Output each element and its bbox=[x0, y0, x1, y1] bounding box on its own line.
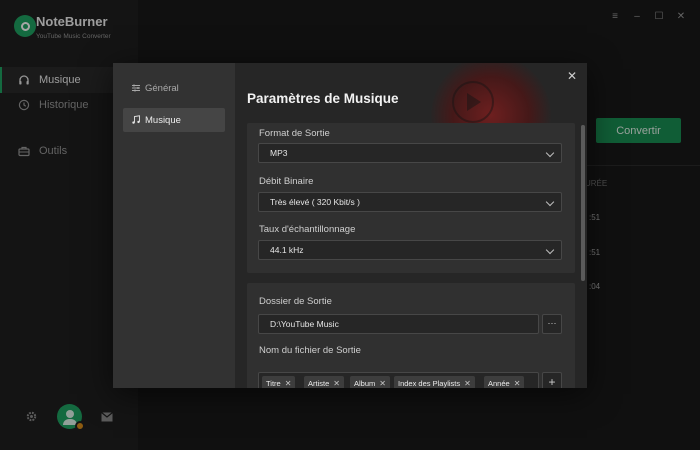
remove-tag-icon[interactable]: ✕ bbox=[333, 379, 340, 388]
sample-rate-value: 44.1 kHz bbox=[270, 245, 304, 255]
browse-folder-button[interactable]: ··· bbox=[542, 314, 562, 334]
output-folder-value: D:\YouTube Music bbox=[270, 319, 339, 329]
chevron-down-icon bbox=[545, 245, 555, 255]
output-folder-input[interactable]: D:\YouTube Music bbox=[258, 314, 539, 334]
dialog-title: Paramètres de Musique bbox=[247, 91, 399, 106]
filename-tag[interactable]: Album ✕ bbox=[350, 376, 390, 388]
tab-general[interactable]: Général bbox=[123, 76, 225, 100]
settings-tabs: Général Musique bbox=[113, 63, 235, 388]
sliders-icon bbox=[132, 84, 140, 92]
remove-tag-icon[interactable]: ✕ bbox=[285, 379, 292, 388]
chevron-down-icon bbox=[545, 148, 555, 158]
output-format-label: Format de Sortie bbox=[259, 128, 330, 139]
filename-tag[interactable]: Année ✕ bbox=[484, 376, 525, 388]
output-format-value: MP3 bbox=[270, 148, 288, 158]
filename-tags-field[interactable]: Titre ✕ Artiste ✕ Album ✕ Index des Playlis… bbox=[258, 372, 539, 388]
chevron-down-icon bbox=[545, 197, 555, 207]
tab-label: Général bbox=[145, 82, 179, 94]
remove-tag-icon[interactable]: ✕ bbox=[464, 379, 471, 388]
output-settings-card: Dossier de Sortie D:\YouTube Music ··· N… bbox=[247, 283, 575, 388]
filename-tag[interactable]: Artiste ✕ bbox=[304, 376, 344, 388]
tab-label: Musique bbox=[145, 114, 181, 126]
output-format-select[interactable]: MP3 bbox=[258, 143, 562, 163]
filename-label: Nom du fichier de Sortie bbox=[259, 345, 361, 356]
audio-settings-card: Format de Sortie MP3 Débit Binaire Très … bbox=[247, 123, 575, 273]
remove-tag-icon[interactable]: ✕ bbox=[379, 379, 386, 388]
sample-rate-select[interactable]: 44.1 kHz bbox=[258, 240, 562, 260]
sample-rate-label: Taux d'échantillonnage bbox=[259, 224, 356, 235]
scrollbar[interactable] bbox=[581, 125, 585, 281]
dialog-close-button[interactable]: ✕ bbox=[565, 69, 579, 83]
bitrate-value: Très élevé ( 320 Kbit/s ) bbox=[270, 197, 360, 207]
filename-tag[interactable]: Index des Playlists ✕ bbox=[394, 376, 475, 388]
bitrate-label: Débit Binaire bbox=[259, 176, 314, 187]
remove-tag-icon[interactable]: ✕ bbox=[514, 379, 521, 388]
output-folder-label: Dossier de Sortie bbox=[259, 296, 332, 307]
bitrate-select[interactable]: Très élevé ( 320 Kbit/s ) bbox=[258, 192, 562, 212]
scrollbar-thumb[interactable] bbox=[581, 125, 585, 281]
tab-musique[interactable]: Musique bbox=[123, 108, 225, 132]
settings-dialog: Général Musique Paramètres de Musique Fo… bbox=[113, 63, 587, 388]
music-note-icon bbox=[132, 115, 140, 124]
filename-tag[interactable]: Titre ✕ bbox=[262, 376, 296, 388]
add-tag-button[interactable]: + bbox=[542, 372, 562, 388]
settings-panel: Paramètres de Musique Format de Sortie M… bbox=[235, 63, 587, 388]
